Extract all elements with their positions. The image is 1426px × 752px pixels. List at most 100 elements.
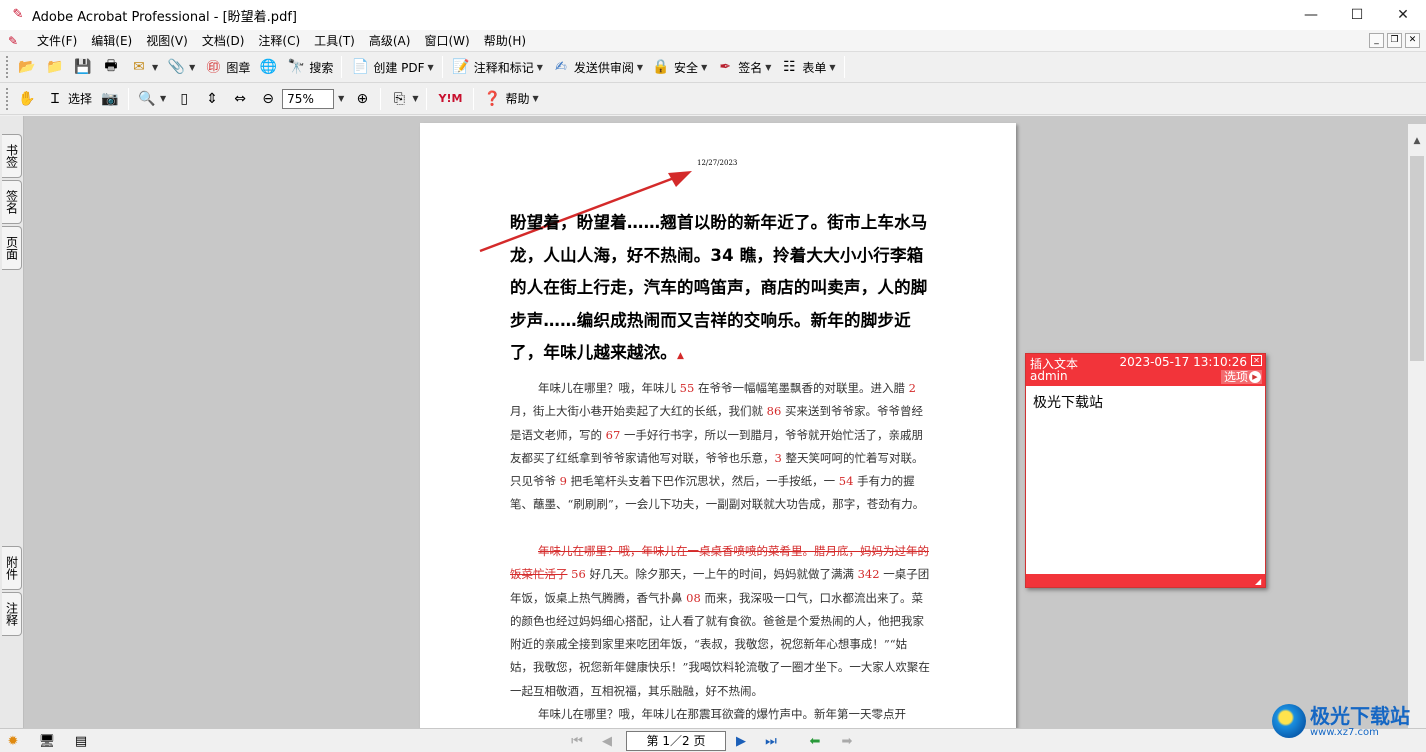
go-forward-icon[interactable]: ➡ (838, 732, 856, 750)
zoom-tool-button[interactable]: 🔍 ▼ (133, 86, 170, 112)
toolbar-grip[interactable] (6, 87, 9, 110)
help-button[interactable]: ❓ 帮助 ▼ (478, 86, 542, 112)
tab-pages[interactable]: 页面 (2, 226, 22, 270)
tab-attachments[interactable]: 附件 (2, 546, 22, 590)
print-button[interactable]: 🖶 (97, 54, 125, 80)
send-review-icon: ✍ (555, 59, 567, 75)
hand-icon: ✋ (18, 90, 36, 107)
tab-bookmarks[interactable]: 书签 (2, 134, 22, 178)
menu-comments[interactable]: 注释(C) (251, 32, 307, 49)
zoom-input[interactable]: 75% (282, 88, 335, 109)
page-layout-icon[interactable]: ▤ (72, 732, 90, 750)
select-tool-button[interactable]: Ɪ 选择 (41, 86, 96, 112)
navigation-toolbar: ✋ Ɪ 选择 📷 🔍 ▼ ▯ ⇕ ⇔ ⊖ 75% ▼ ⊕ ⎘ ▼ Y!M ❓ 帮助 ▼ (0, 83, 1426, 115)
snapshot-tool-button[interactable]: 📷 (96, 86, 124, 112)
sun-icon[interactable]: ✹ (4, 732, 22, 750)
actual-size-button[interactable]: ▯ (170, 86, 198, 112)
security-label: 安全 (674, 60, 699, 75)
menu-window[interactable]: 窗口(W) (417, 32, 476, 49)
send-review-button[interactable]: ✍ 发送供审阅 ▼ (547, 54, 647, 80)
toolbar-separator (441, 56, 443, 78)
comment-options-button[interactable]: 选项 ▶ (1220, 370, 1262, 384)
tab-signatures[interactable]: 签名 (2, 180, 22, 224)
organizer-button[interactable]: 📁 (41, 54, 69, 80)
chevron-down-icon: ▼ (338, 94, 345, 103)
menu-file[interactable]: 文件(F) (30, 32, 84, 49)
first-page-icon[interactable]: ⏮ (568, 732, 586, 750)
resize-grip-icon[interactable]: ◢ (1255, 577, 1264, 586)
yahoo-logo-icon: Y!M (438, 92, 463, 105)
tab-comments-label: 注释 (4, 602, 19, 626)
sign-button[interactable]: ✒ 签名 ▼ (711, 54, 775, 80)
hand-tool-button[interactable]: ✋ (13, 86, 41, 112)
menu-help[interactable]: 帮助(H) (477, 32, 533, 49)
navigation-pane: 书签 签名 页面 附件 注释 (0, 116, 24, 728)
chevron-down-icon: ▼ (412, 94, 419, 103)
acrobat-app-icon: ✎ (12, 7, 24, 22)
menu-view[interactable]: 视图(V) (139, 32, 195, 49)
go-back-icon[interactable]: ⬅ (806, 732, 824, 750)
previous-page-icon[interactable]: ◀ (598, 732, 616, 750)
menu-edit[interactable]: 编辑(E) (84, 32, 139, 49)
yahoo-search-button[interactable]: Y!M (431, 86, 469, 112)
doc-close-button[interactable]: ✕ (1405, 33, 1420, 48)
comment-popup[interactable]: 插入文本 2023-05-17 13:10:26 ✕ admin 选项 ▶ 极光下… (1025, 353, 1266, 588)
document-icon[interactable]: ✎ (8, 34, 22, 48)
create-pdf-button[interactable]: 📄 创建 PDF ▼ (346, 54, 437, 80)
comment-content[interactable]: 极光下载站 (1026, 386, 1265, 418)
toolbar-grip[interactable] (6, 56, 9, 78)
printer-icon: 🖶 (104, 58, 118, 74)
scrollbar-thumb[interactable] (1410, 156, 1424, 361)
vertical-scrollbar[interactable]: ▲ (1408, 124, 1426, 728)
form-icon: ☷ (783, 59, 796, 75)
next-page-icon[interactable]: ▶ (732, 732, 750, 750)
p1-number: 3 (774, 450, 782, 465)
doc-minimize-button[interactable]: _ (1369, 33, 1384, 48)
comment-header[interactable]: 插入文本 2023-05-17 13:10:26 ✕ admin 选项 ▶ (1026, 354, 1265, 386)
stamp-button[interactable]: ㊞图章 (199, 54, 254, 80)
menu-advanced[interactable]: 高级(A) (362, 32, 418, 49)
menu-tools[interactable]: 工具(T) (307, 32, 362, 49)
organizer-icon: 📁 (46, 59, 64, 75)
comment-close-icon[interactable]: ✕ (1251, 355, 1262, 366)
fit-page-button[interactable]: ⇕ (198, 86, 226, 112)
zoom-in-button[interactable]: ⊕ (348, 86, 376, 112)
pdf-page[interactable]: 12/27/2023 盼望着，盼望着……翘首以盼的新年近了。街市上车水马龙，人山… (420, 123, 1016, 728)
tab-comments[interactable]: 注释 (2, 592, 22, 636)
menu-document[interactable]: 文档(D) (195, 32, 252, 49)
attach-button[interactable]: 📎 ▼ (162, 54, 199, 80)
insert-text-caret-icon[interactable]: ▲ (677, 351, 684, 361)
search-button[interactable]: 🔭 搜索 (282, 54, 337, 80)
security-button[interactable]: 🔒 安全 ▼ (647, 54, 711, 80)
comment-markup-icon: 📝 (451, 59, 470, 75)
chevron-down-icon: ▼ (701, 62, 708, 72)
binoculars-icon: 🔭 (287, 59, 306, 75)
scroll-up-arrow-icon[interactable]: ▲ (1408, 136, 1426, 152)
open-button[interactable]: 📂 (13, 54, 41, 80)
monitor-icon[interactable]: 🖥 (38, 732, 56, 750)
comment-markup-button[interactable]: 📝 注释和标记 ▼ (447, 54, 547, 80)
save-button[interactable]: 💾 (69, 54, 97, 80)
forms-button[interactable]: ☷ 表单 ▼ (775, 54, 839, 80)
fit-width-button[interactable]: ⇔ (226, 86, 254, 112)
document-heading: 盼望着，盼望着……翘首以盼的新年近了。街市上车水马龙，人山人海，好不热闹。34 … (510, 207, 930, 373)
document-heading-text: 盼望着，盼望着……翘首以盼的新年近了。街市上车水马龙，人山人海，好不热闹。34 … (510, 213, 928, 362)
watermark-text: 极光下载站 www.xz7.com (1310, 705, 1410, 738)
email-button[interactable]: ✉ ▼ (125, 54, 162, 80)
page-number-field[interactable]: 第 1／2 页 (626, 731, 726, 751)
web-button[interactable]: 🌐 (254, 54, 282, 80)
title-bar: ✎ Adobe Acrobat Professional - [盼望着.pdf]… (0, 0, 1426, 30)
last-page-icon[interactable]: ⏭ (762, 732, 780, 750)
stamp-icon: ㊞ (206, 60, 221, 76)
maximize-button[interactable]: ☐ (1334, 0, 1380, 30)
chevron-down-icon: ▼ (152, 62, 159, 72)
zoom-out-button[interactable]: ⊖ (254, 86, 282, 112)
rotate-view-button[interactable]: ⎘ ▼ (385, 86, 422, 112)
zoom-dropdown-button[interactable]: ▼ (334, 86, 348, 112)
plus-circle-icon: ⊕ (356, 90, 369, 107)
minimize-button[interactable]: — (1288, 0, 1334, 30)
close-button[interactable]: ✕ (1380, 0, 1426, 30)
chevron-down-icon: ▼ (160, 94, 167, 103)
doc-restore-button[interactable]: ❐ (1387, 33, 1402, 48)
p1-number: 55 (679, 381, 695, 395)
